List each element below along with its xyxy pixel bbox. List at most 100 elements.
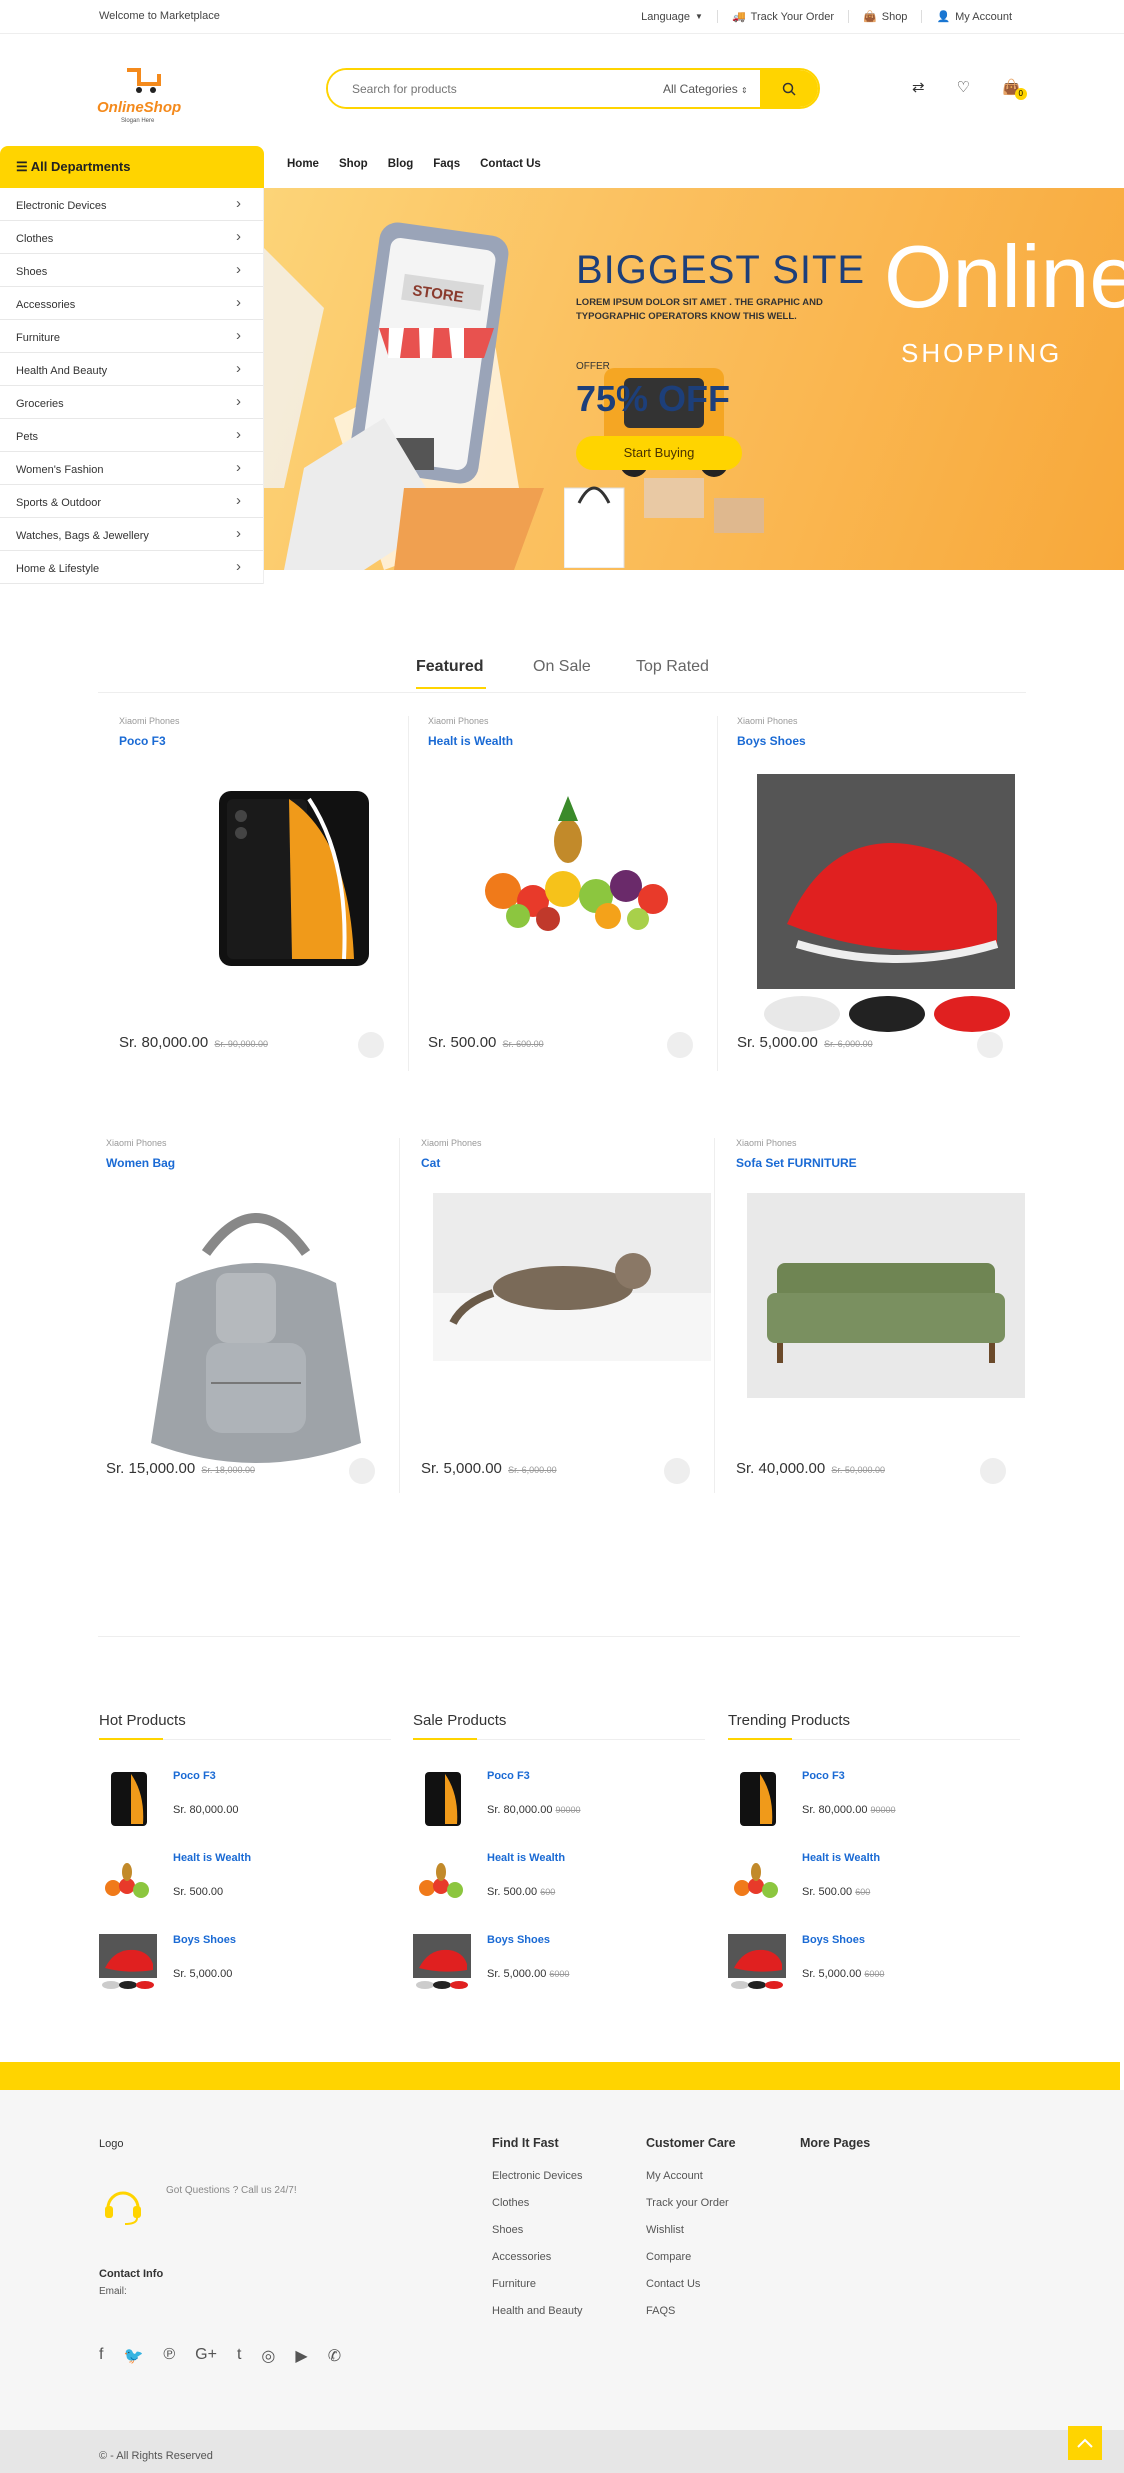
cart-icon[interactable]: 👜 0 (1002, 78, 1027, 100)
category-item[interactable]: Groceries (0, 386, 263, 419)
mini-product[interactable]: Poco F3 Sr. 80,000.00 90000 (413, 1770, 705, 1834)
add-to-cart-icon[interactable] (358, 1032, 384, 1058)
price-old: Sr. 50,000.00 (831, 1465, 885, 1475)
google-plus-icon[interactable]: G+ (195, 2346, 217, 2366)
mini-product-name[interactable]: Boys Shoes (487, 1934, 550, 1946)
add-to-cart-icon[interactable] (977, 1032, 1003, 1058)
mini-price-current: Sr. 500.00 (173, 1886, 224, 1898)
product-name[interactable]: Poco F3 (119, 734, 166, 748)
mini-price-current: Sr. 80,000.00 (173, 1804, 239, 1816)
mini-product-name[interactable]: Healt is Wealth (173, 1852, 251, 1864)
mini-product[interactable]: Boys Shoes Sr. 5,000.00 (99, 1934, 391, 1998)
category-select[interactable]: All Categories ⇕ (645, 82, 760, 96)
tab-top-rated[interactable]: Top Rated (636, 658, 709, 676)
product-card[interactable]: Xiaomi Phones Cat Sr. 5,000.00 Sr. 6,000… (401, 1138, 715, 1493)
category-item[interactable]: Accessories (0, 287, 263, 320)
category-item[interactable]: Health And Beauty (0, 353, 263, 386)
mini-product[interactable]: Healt is Wealth Sr. 500.00 600 (413, 1852, 705, 1916)
back-to-top-button[interactable] (1068, 2426, 1102, 2460)
category-item[interactable]: Home & Lifestyle (0, 551, 263, 584)
category-item[interactable]: Watches, Bags & Jewellery (0, 518, 263, 551)
youtube-icon[interactable]: ▶ (295, 2346, 307, 2366)
add-to-cart-icon[interactable] (980, 1458, 1006, 1484)
price-old: Sr. 6,000.00 (508, 1465, 557, 1475)
mini-product[interactable]: Boys Shoes Sr. 5,000.00 6000 (413, 1934, 705, 1998)
product-card[interactable]: Xiaomi Phones Women Bag Sr. 15,000.00 Sr… (86, 1138, 400, 1493)
mini-product[interactable]: Poco F3 Sr. 80,000.00 90000 (728, 1770, 1020, 1834)
top-bar: Welcome to Marketplace Language ▼ 🚚 Track … (0, 0, 1124, 34)
social-links: f 🐦 ℗ G+ t ◎ ▶ ✆ (99, 2346, 341, 2366)
facebook-icon[interactable]: f (99, 2346, 103, 2366)
mini-product-name[interactable]: Healt is Wealth (802, 1852, 880, 1864)
add-to-cart-icon[interactable] (349, 1458, 375, 1484)
mini-product[interactable]: Poco F3 Sr. 80,000.00 (99, 1770, 391, 1834)
category-item[interactable]: Furniture (0, 320, 263, 353)
footer-logo[interactable]: Logo (99, 2138, 123, 2150)
wishlist-icon[interactable]: ♡ (957, 78, 970, 96)
product-card[interactable]: Xiaomi Phones Poco F3 Sr. 80,000.00 Sr. … (99, 716, 409, 1071)
nav-home[interactable]: Home (287, 158, 319, 170)
category-item[interactable]: Shoes (0, 254, 263, 287)
footer-link[interactable]: Compare (646, 2251, 736, 2263)
mini-product-name[interactable]: Poco F3 (802, 1770, 845, 1782)
category-item[interactable]: Women's Fashion (0, 452, 263, 485)
mini-product[interactable]: Healt is Wealth Sr. 500.00 600 (728, 1852, 1020, 1916)
footer-link[interactable]: Contact Us (646, 2278, 736, 2290)
category-item[interactable]: Electronic Devices (0, 188, 263, 221)
mini-product-name[interactable]: Boys Shoes (802, 1934, 865, 1946)
tab-featured[interactable]: Featured (416, 658, 484, 676)
add-to-cart-icon[interactable] (667, 1032, 693, 1058)
footer-link[interactable]: Furniture (492, 2278, 583, 2290)
whatsapp-icon[interactable]: ✆ (328, 2346, 341, 2366)
category-item[interactable]: Clothes (0, 221, 263, 254)
my-account-link[interactable]: 👤 My Account (921, 10, 1026, 23)
search-button[interactable] (760, 70, 818, 107)
tab-on-sale[interactable]: On Sale (533, 658, 591, 676)
mini-product-name[interactable]: Poco F3 (173, 1770, 216, 1782)
nav-faqs[interactable]: Faqs (433, 158, 460, 170)
all-departments-button[interactable]: ☰ All Departments (0, 146, 264, 188)
product-card[interactable]: Xiaomi Phones Sofa Set FURNITURE Sr. 40,… (716, 1138, 1030, 1493)
footer-link[interactable]: Clothes (492, 2197, 583, 2209)
product-card[interactable]: Xiaomi Phones Healt is Wealth Sr. 500.00… (408, 716, 718, 1071)
footer-link[interactable]: Electronic Devices (492, 2170, 583, 2182)
add-to-cart-icon[interactable] (664, 1458, 690, 1484)
pinterest-icon[interactable]: ℗ (163, 2346, 175, 2366)
shop-link[interactable]: 👜 Shop (848, 10, 921, 23)
product-name[interactable]: Women Bag (106, 1156, 175, 1170)
footer-link[interactable]: Shoes (492, 2224, 583, 2236)
nav-blog[interactable]: Blog (388, 158, 414, 170)
footer-link[interactable]: Health and Beauty (492, 2305, 583, 2317)
footer-col-title: More Pages (800, 2136, 871, 2150)
start-buying-button[interactable]: Start Buying (576, 436, 742, 470)
twitter-icon[interactable]: 🐦 (123, 2346, 143, 2366)
instagram-icon[interactable]: ◎ (261, 2346, 275, 2366)
product-name[interactable]: Healt is Wealth (428, 734, 513, 748)
mini-product-name[interactable]: Boys Shoes (173, 1934, 236, 1946)
language-selector[interactable]: Language ▼ (627, 10, 717, 23)
footer-link[interactable]: My Account (646, 2170, 736, 2182)
product-name[interactable]: Sofa Set FURNITURE (736, 1156, 857, 1170)
product-name[interactable]: Boys Shoes (737, 734, 806, 748)
nav-contact[interactable]: Contact Us (480, 158, 541, 170)
compare-icon[interactable]: ⇄ (912, 78, 925, 96)
footer-link[interactable]: FAQS (646, 2305, 736, 2317)
mini-product[interactable]: Boys Shoes Sr. 5,000.00 6000 (728, 1934, 1020, 1998)
search-input[interactable] (328, 70, 645, 107)
copyright-text: © - All Rights Reserved (99, 2450, 213, 2462)
mini-product-name[interactable]: Poco F3 (487, 1770, 530, 1782)
product-card[interactable]: Xiaomi Phones Boys Shoes Sr. 5,000.00 Sr… (717, 716, 1027, 1071)
track-order-link[interactable]: 🚚 Track Your Order (716, 10, 848, 23)
site-logo[interactable]: OnlineShop Slogan Here (97, 66, 192, 126)
footer-link[interactable]: Wishlist (646, 2224, 736, 2236)
mini-product[interactable]: Healt is Wealth Sr. 500.00 (99, 1852, 391, 1916)
category-item[interactable]: Sports & Outdoor (0, 485, 263, 518)
nav-shop[interactable]: Shop (339, 158, 368, 170)
mini-product-name[interactable]: Healt is Wealth (487, 1852, 565, 1864)
product-name[interactable]: Cat (421, 1156, 440, 1170)
footer-link[interactable]: Track your Order (646, 2197, 736, 2209)
mini-price-current: Sr. 5,000.00 (802, 1968, 862, 1980)
tumblr-icon[interactable]: t (237, 2346, 241, 2366)
category-item[interactable]: Pets (0, 419, 263, 452)
footer-link[interactable]: Accessories (492, 2251, 583, 2263)
